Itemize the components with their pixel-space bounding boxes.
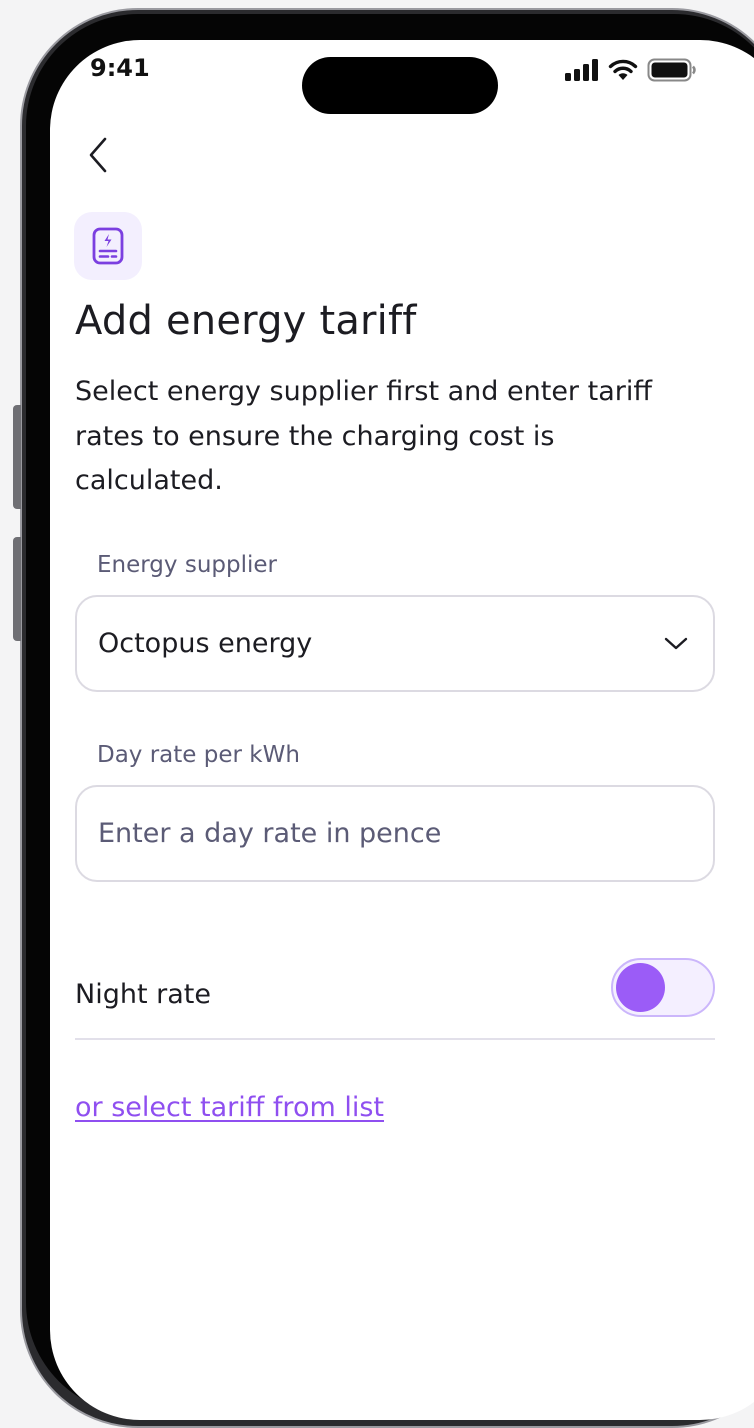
status-time: 9:41	[90, 54, 150, 82]
dynamic-island	[302, 57, 498, 114]
status-icons	[565, 58, 697, 82]
toggle-knob	[616, 962, 665, 1012]
night-rate-row: Night rate	[75, 950, 715, 1040]
day-rate-field	[75, 785, 715, 882]
select-tariff-link[interactable]: or select tariff from list	[75, 1092, 384, 1123]
tariff-document-icon	[92, 227, 124, 265]
chevron-down-icon	[664, 637, 688, 649]
phone-screen: 9:41 Add energy tariff Select energy sup…	[50, 40, 754, 1420]
supplier-select[interactable]: Octopus energy	[75, 595, 715, 692]
day-rate-label: Day rate per kWh	[97, 742, 300, 768]
volume-up-button	[13, 405, 21, 509]
signal-icon	[565, 59, 598, 81]
page-title: Add energy tariff	[75, 298, 417, 344]
supplier-label: Energy supplier	[97, 552, 277, 578]
battery-icon	[647, 58, 696, 82]
page-subtitle: Select energy supplier first and enter t…	[75, 376, 652, 496]
chevron-left-icon	[89, 137, 107, 173]
volume-down-button	[13, 537, 21, 641]
supplier-value: Octopus energy	[98, 628, 313, 659]
night-rate-toggle[interactable]	[611, 957, 715, 1017]
wifi-icon	[608, 59, 638, 80]
back-button[interactable]	[78, 130, 118, 180]
tariff-icon-badge	[74, 212, 142, 280]
day-rate-input[interactable]	[98, 818, 689, 849]
night-rate-label: Night rate	[75, 978, 211, 1010]
